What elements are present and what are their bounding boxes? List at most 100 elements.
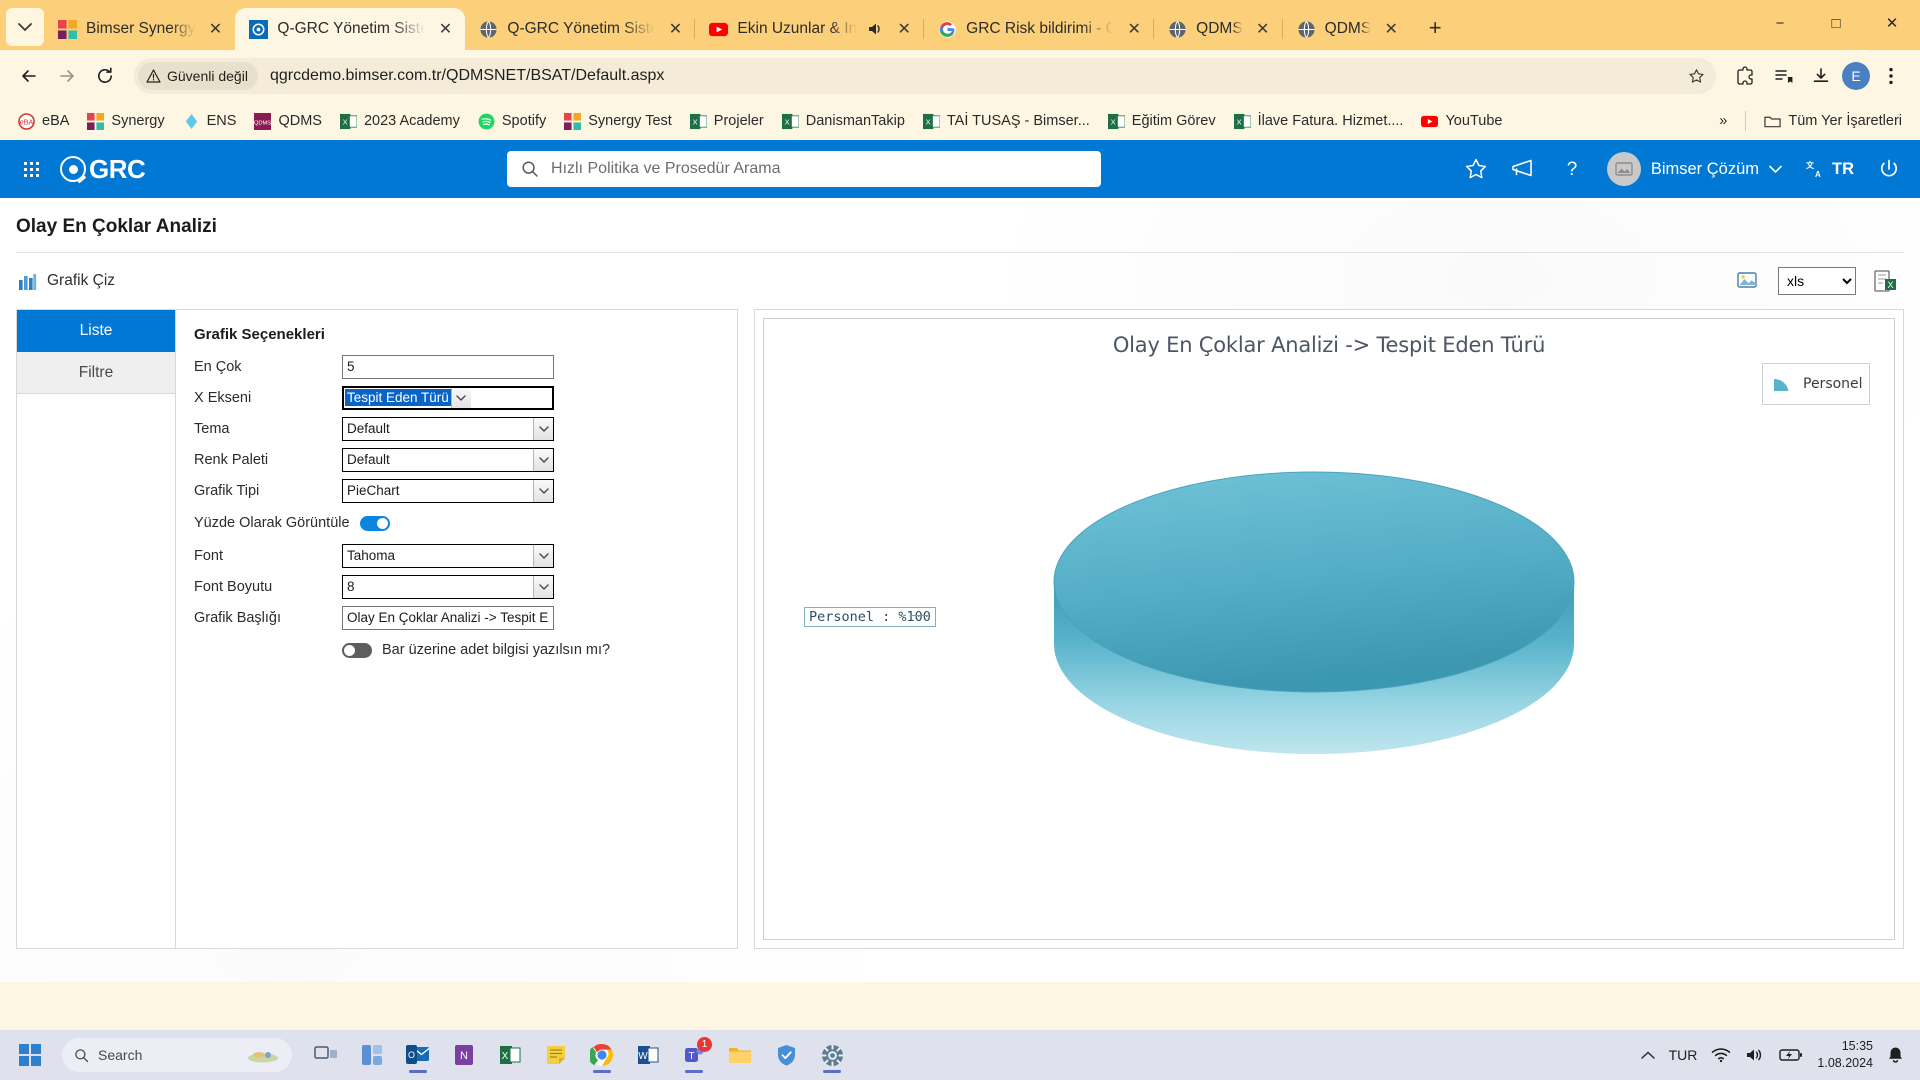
extensions-icon[interactable] [1728, 59, 1762, 93]
bookmark-item[interactable]: X Eğitim Görev [1100, 109, 1224, 134]
bookmark-item[interactable]: QDMS QDMS [246, 109, 330, 134]
reload-icon[interactable] [88, 59, 122, 93]
browser-tab[interactable]: GRC Risk bildirimi - G ✕ [923, 8, 1154, 50]
battery-icon[interactable] [1779, 1048, 1803, 1062]
quick-search-box[interactable] [507, 151, 1102, 187]
chevron-down-icon[interactable] [533, 479, 553, 502]
widgets-icon[interactable] [352, 1035, 392, 1075]
windows-start-icon[interactable] [10, 1035, 50, 1075]
bar-count-toggle[interactable] [342, 642, 372, 658]
tab-close-icon[interactable]: ✕ [434, 18, 456, 40]
grafik-basligi-input[interactable] [342, 605, 554, 630]
wifi-icon[interactable] [1711, 1047, 1731, 1063]
settings-icon[interactable] [812, 1035, 852, 1075]
tab-close-icon[interactable]: ✕ [1252, 18, 1274, 40]
teams-icon[interactable]: T 1 [674, 1035, 714, 1075]
security-icon[interactable] [766, 1035, 806, 1075]
chevron-down-icon[interactable] [533, 544, 553, 567]
tab-audio-playing-icon[interactable] [866, 20, 884, 38]
percent-display-toggle[interactable] [359, 515, 390, 531]
export-format-select[interactable]: xls [1778, 267, 1856, 295]
address-bar[interactable]: Güvenli değil qgrcdemo.bimser.com.tr/QDM… [134, 58, 1716, 94]
forward-icon[interactable] [50, 59, 84, 93]
kebab-menu-icon[interactable] [1874, 59, 1908, 93]
bookmark-item[interactable]: Synergy [79, 109, 172, 134]
outlook-icon[interactable]: O [398, 1035, 438, 1075]
new-tab-button[interactable]: + [1419, 12, 1451, 44]
favorites-star-icon[interactable] [1463, 156, 1489, 182]
bookmark-item[interactable]: eBA eBA [10, 109, 77, 134]
export-image-icon[interactable] [1732, 264, 1766, 298]
tray-language[interactable]: TUR [1669, 1047, 1698, 1063]
renk-paleti-select[interactable]: Default [342, 447, 554, 472]
taskbar-search[interactable]: Search [62, 1038, 292, 1072]
font-boyutu-select[interactable]: 8 [342, 574, 554, 599]
tema-select[interactable]: Default [342, 416, 554, 441]
sidebar-item-liste[interactable]: Liste [17, 310, 175, 352]
close-window-button[interactable]: ✕ [1864, 0, 1920, 46]
bookmark-item[interactable]: X 2023 Academy [332, 109, 468, 134]
onenote-icon[interactable]: N [444, 1035, 484, 1075]
language-selector[interactable]: 文A TR [1804, 159, 1854, 180]
tab-close-icon[interactable]: ✕ [1380, 18, 1402, 40]
bookmark-item[interactable]: Synergy Test [556, 109, 680, 134]
tab-close-icon[interactable]: ✕ [664, 18, 686, 40]
pie-chart-3d[interactable] [764, 379, 1894, 919]
browser-tab[interactable]: Q-GRC Yönetim Siste ✕ [465, 8, 695, 50]
chevron-up-icon[interactable] [1640, 1050, 1655, 1060]
bookmark-star-icon[interactable] [1682, 62, 1710, 90]
bookmark-item[interactable]: YouTube [1413, 109, 1510, 134]
profile-avatar[interactable]: E [1842, 62, 1870, 90]
chevron-down-icon[interactable] [533, 575, 553, 598]
announcements-megaphone-icon[interactable] [1511, 156, 1537, 182]
bookmark-item[interactable]: X Projeler [682, 109, 772, 134]
download-icon[interactable] [1804, 59, 1838, 93]
back-icon[interactable] [12, 59, 46, 93]
grafik-tipi-select[interactable]: PieChart [342, 478, 554, 503]
chevron-down-icon[interactable] [533, 417, 553, 440]
tab-search-button[interactable] [6, 8, 44, 46]
browser-tab[interactable]: Ekin Uzunlar & In ✕ [694, 8, 924, 50]
word-icon[interactable]: W [628, 1035, 668, 1075]
bookmark-item[interactable]: X TAİ TUSAŞ - Bimser... [915, 109, 1098, 134]
font-select[interactable]: Tahoma [342, 543, 554, 568]
reading-list-icon[interactable] [1766, 59, 1800, 93]
sticky-notes-icon[interactable] [536, 1035, 576, 1075]
bell-icon[interactable] [1887, 1046, 1904, 1064]
power-icon[interactable] [1876, 156, 1902, 182]
user-menu[interactable]: Bimser Çözüm [1606, 152, 1782, 186]
browser-tab[interactable]: QDMS ✕ [1281, 8, 1412, 50]
tab-close-icon[interactable]: ✕ [893, 18, 915, 40]
bookmark-item[interactable]: X İlave Fatura. Hizmet.... [1226, 109, 1412, 134]
bookmarks-overflow-button[interactable]: » [1711, 109, 1735, 133]
minimize-button[interactable]: − [1752, 0, 1808, 46]
bookmark-item[interactable]: X DanismanTakip [774, 109, 913, 134]
browser-tab-active[interactable]: Q-GRC Yönetim Siste ✕ [235, 8, 466, 50]
all-bookmarks-button[interactable]: Tüm Yer İşaretleri [1756, 109, 1910, 134]
tab-close-icon[interactable]: ✕ [204, 18, 226, 40]
file-explorer-icon[interactable] [720, 1035, 760, 1075]
x-ekseni-select[interactable]: Tespit Eden Türü [342, 385, 554, 410]
security-status-badge[interactable]: Güvenli değil [138, 62, 258, 90]
bookmark-item[interactable]: Spotify [470, 109, 554, 134]
tab-close-icon[interactable]: ✕ [1123, 18, 1145, 40]
excel-icon[interactable]: X [490, 1035, 530, 1075]
app-grid-icon[interactable] [18, 156, 44, 182]
draw-chart-button[interactable]: Grafik Çiz [18, 272, 115, 291]
taskbar-clock[interactable]: 15:35 1.08.2024 [1817, 1038, 1873, 1072]
maximize-button[interactable]: □ [1808, 0, 1864, 46]
browser-tab[interactable]: QDMS ✕ [1153, 8, 1283, 50]
chevron-down-icon[interactable] [533, 448, 553, 471]
taskview-icon[interactable] [306, 1035, 346, 1075]
chrome-icon[interactable] [582, 1035, 622, 1075]
volume-icon[interactable] [1745, 1047, 1765, 1063]
search-input[interactable] [551, 160, 1088, 178]
export-excel-icon[interactable]: X [1868, 264, 1902, 298]
bookmark-item[interactable]: ENS [175, 109, 245, 134]
url-text[interactable]: qgrcdemo.bimser.com.tr/QDMSNET/BSAT/Defa… [258, 67, 1682, 85]
browser-tab[interactable]: Bimser Synergy ✕ [44, 8, 235, 50]
sidebar-item-filtre[interactable]: Filtre [17, 352, 175, 394]
en-cok-input[interactable] [342, 354, 554, 379]
help-question-icon[interactable]: ? [1559, 156, 1585, 182]
chevron-down-icon[interactable] [450, 386, 471, 409]
